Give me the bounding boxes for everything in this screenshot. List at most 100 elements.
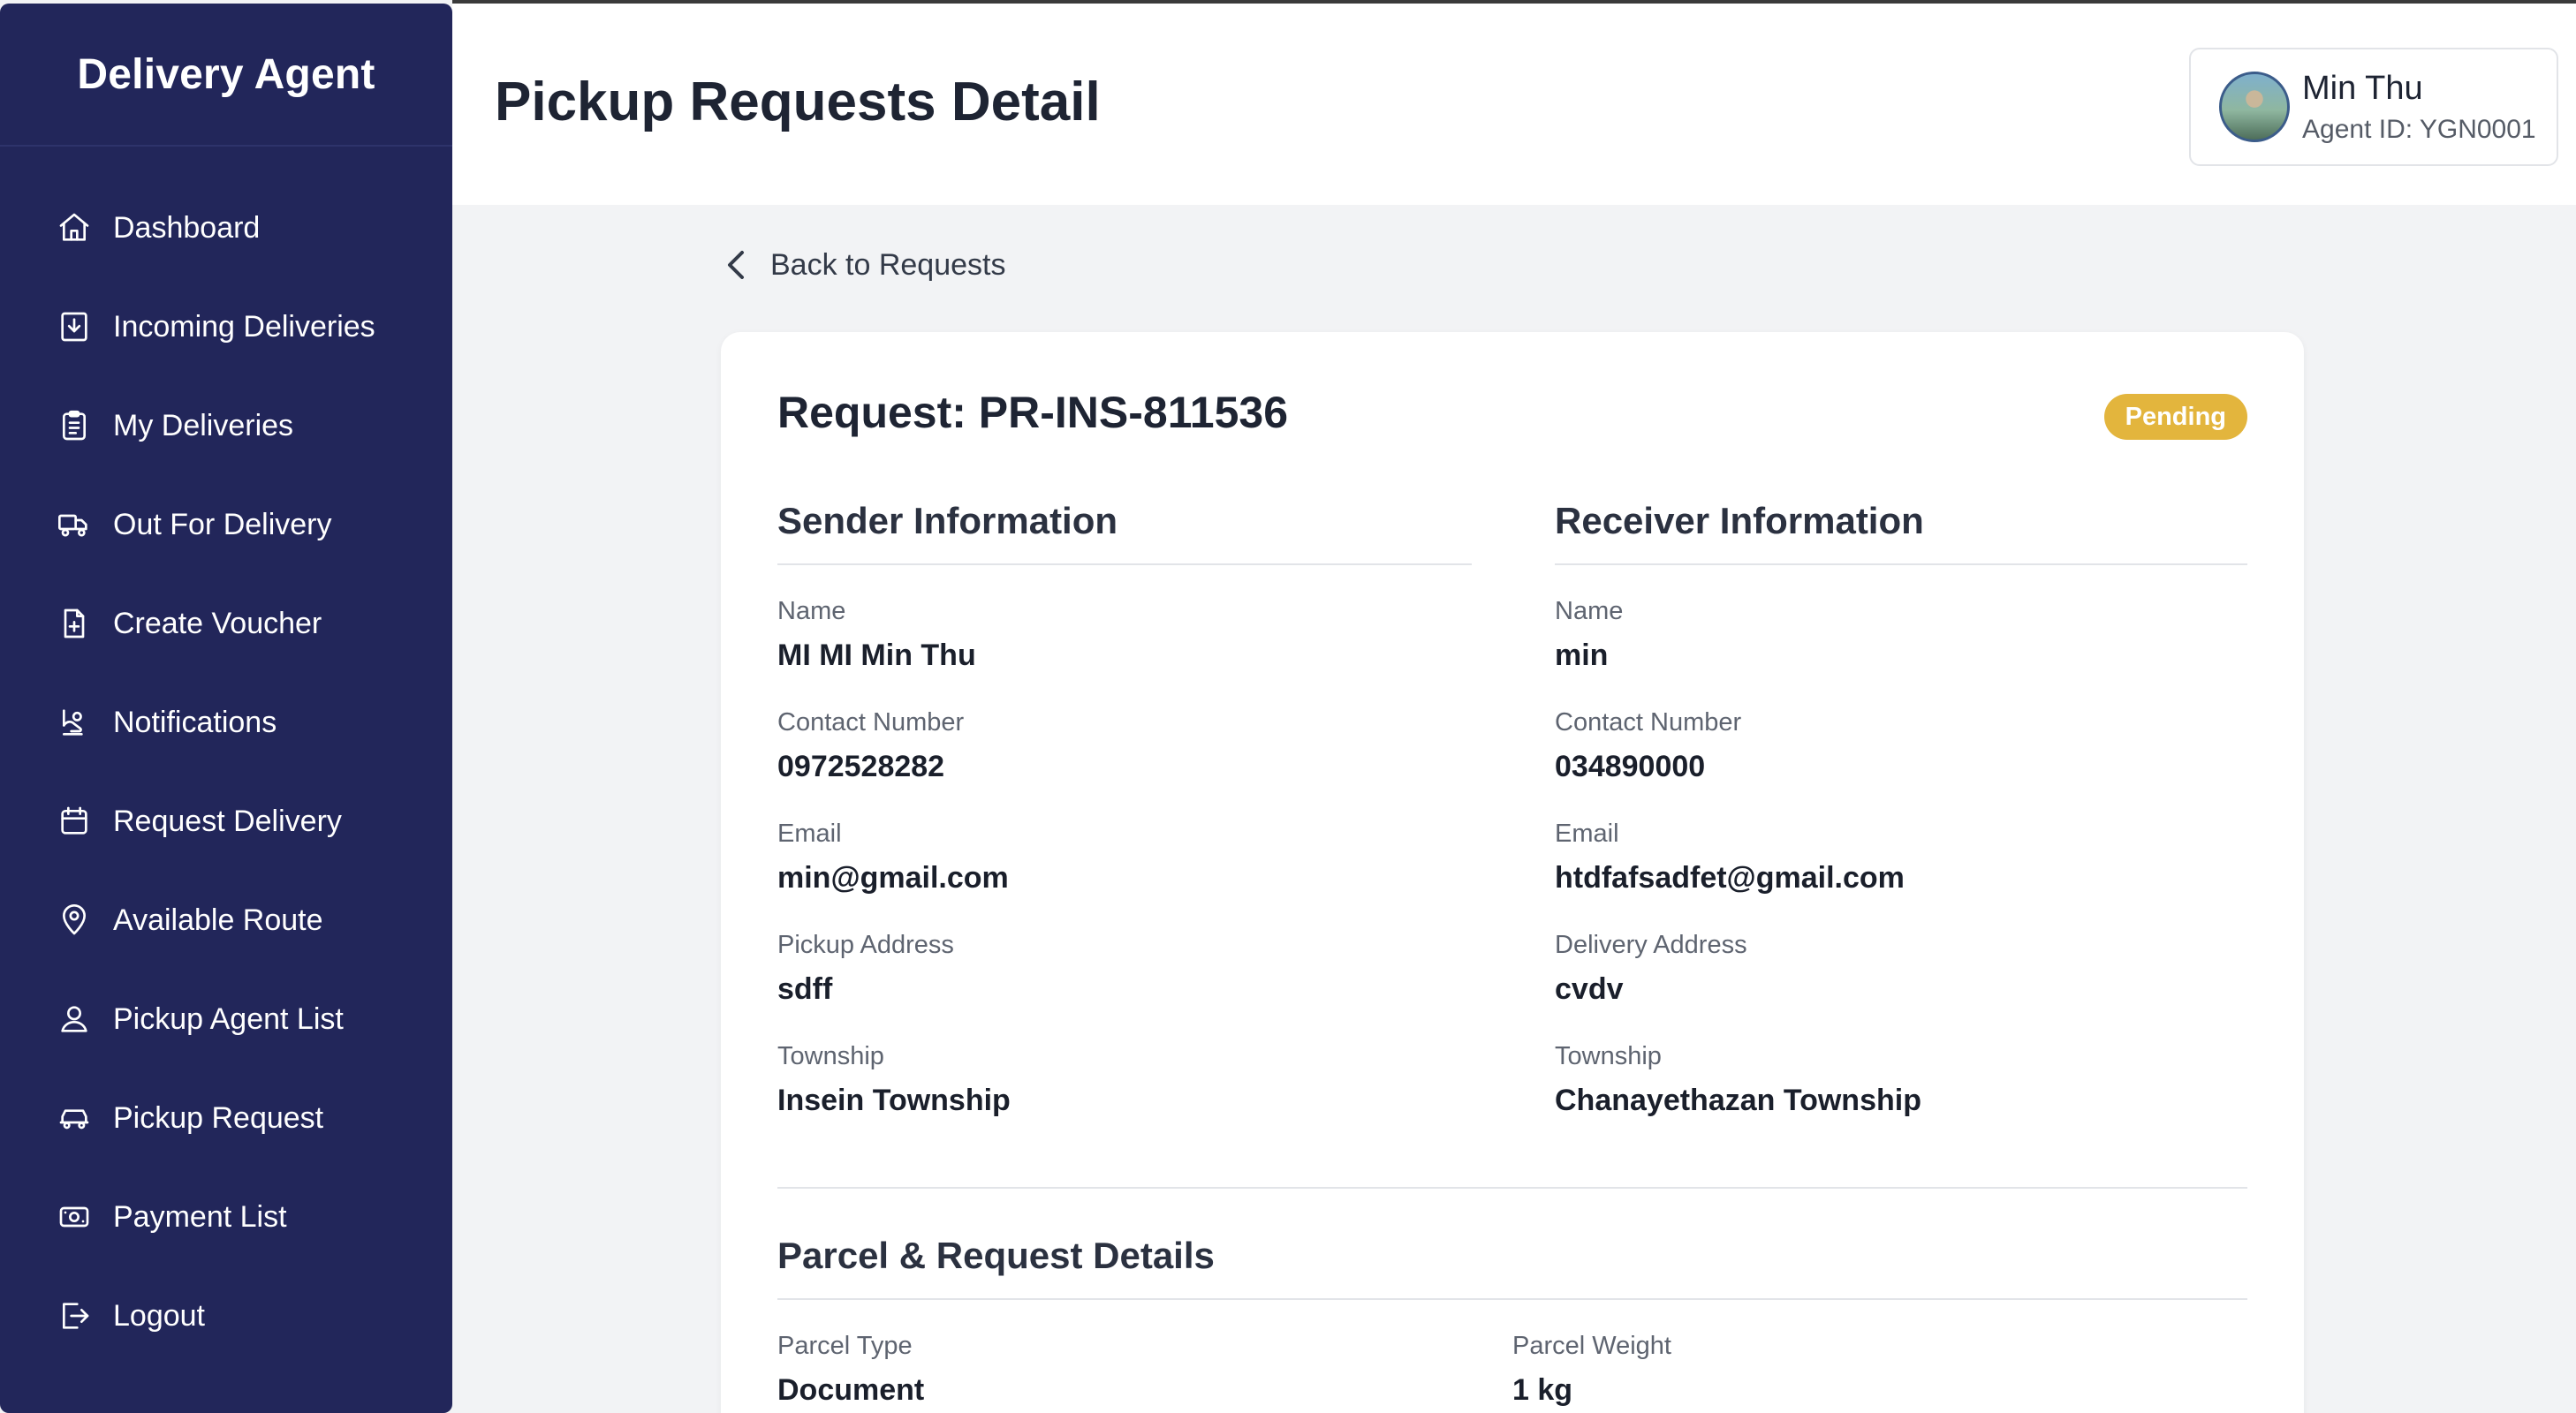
calendar-icon (57, 804, 92, 839)
sidebar: Delivery Agent Dashboard Incoming Delive… (0, 4, 452, 1413)
back-to-requests-link[interactable]: Back to Requests (723, 247, 1005, 283)
field-label: Email (777, 820, 842, 848)
field-label: Name (1555, 597, 1624, 625)
back-link-label: Back to Requests (770, 247, 1006, 282)
car-icon (57, 1100, 92, 1136)
sidebar-item-create-voucher[interactable]: Create Voucher (0, 574, 452, 673)
field-value: Document (777, 1373, 925, 1407)
parcel-weight-field: Parcel Weight 1 kg (1512, 1332, 2247, 1408)
brand: Delivery Agent (0, 4, 452, 147)
sidebar-item-dashboard[interactable]: Dashboard (0, 178, 452, 277)
sidebar-item-label: Available Route (113, 903, 323, 937)
field-value: min@gmail.com (777, 861, 1009, 895)
sidebar-item-pickup-agent-list[interactable]: Pickup Agent List (0, 970, 452, 1069)
field-value: htdfafsadfet@gmail.com (1555, 861, 1905, 895)
parcel-col-left: Parcel Type Document (777, 1300, 1512, 1408)
truck-icon (57, 507, 92, 542)
field-label: Email (1555, 820, 1619, 848)
receiver-information: Receiver Information Name min Contact Nu… (1555, 500, 2247, 1118)
field-value: Chanayethazan Township (1555, 1084, 1921, 1117)
sidebar-item-label: Incoming Deliveries (113, 309, 375, 344)
sender-information: Sender Information Name MI MI Min Thu Co… (777, 500, 1472, 1118)
parcel-col-right: Parcel Weight 1 kg (1512, 1300, 2247, 1408)
sender-pickup-address-field: Pickup Address sdff (777, 931, 1472, 1007)
app-root: Delivery Agent Dashboard Incoming Delive… (0, 0, 2576, 1413)
map-pin-icon (57, 903, 92, 938)
sidebar-item-label: Notifications (113, 705, 277, 739)
field-value: 1 kg (1512, 1373, 1573, 1407)
field-value: cvdv (1555, 972, 1624, 1006)
sidebar-item-notifications[interactable]: Notifications (0, 673, 452, 772)
sidebar-item-label: My Deliveries (113, 408, 294, 442)
sidebar-item-label: Request Delivery (113, 804, 342, 838)
sidebar-item-logout[interactable]: Logout (0, 1266, 452, 1365)
field-value: Insein Township (777, 1084, 1011, 1117)
sender-contact-field: Contact Number 0972528282 (777, 708, 1472, 784)
field-label: Pickup Address (777, 931, 954, 959)
file-plus-icon (57, 606, 92, 641)
home-icon (57, 210, 92, 246)
field-value: 0972528282 (777, 750, 945, 783)
receiver-section-title: Receiver Information (1555, 500, 2247, 565)
profile-agent-id: Agent ID: YGN0001 (2302, 114, 2536, 144)
sidebar-item-payment-list[interactable]: Payment List (0, 1167, 452, 1266)
field-label: Township (777, 1042, 884, 1070)
field-value: sdff (777, 972, 833, 1006)
profile-text: Min Thu Agent ID: YGN0001 (2302, 70, 2536, 145)
sidebar-item-request-delivery[interactable]: Request Delivery (0, 772, 452, 871)
chevron-left-icon (728, 251, 744, 279)
field-label: Contact Number (777, 708, 965, 737)
receiver-township-field: Township Chanayethazan Township (1555, 1042, 2247, 1118)
parcel-type-field: Parcel Type Document (777, 1332, 1512, 1408)
receiver-name-field: Name min (1555, 597, 2247, 673)
parcel-grid: Parcel Type Document Parcel Weight 1 kg (777, 1300, 2247, 1408)
field-label: Parcel Type (777, 1332, 913, 1360)
sender-email-field: Email min@gmail.com (777, 820, 1472, 895)
field-value: MI MI Min Thu (777, 638, 976, 672)
receiver-delivery-address-field: Delivery Address cvdv (1555, 931, 2247, 1007)
field-label: Parcel Weight (1512, 1332, 1671, 1360)
sender-township-field: Township Insein Township (777, 1042, 1472, 1118)
status-badge: Pending (2103, 394, 2247, 440)
profile-name: Min Thu (2302, 69, 2423, 107)
sidebar-item-label: Dashboard (113, 210, 261, 245)
field-label: Contact Number (1555, 708, 1742, 737)
section-divider (777, 1187, 2247, 1189)
sidebar-item-label: Pickup Request (113, 1100, 324, 1135)
sender-section-title: Sender Information (777, 500, 1472, 565)
field-label: Name (777, 597, 846, 625)
sidebar-item-incoming-deliveries[interactable]: Incoming Deliveries (0, 277, 452, 376)
request-detail-card: Request: PR-INS-811536 Pending Sender In… (721, 332, 2304, 1413)
field-label: Delivery Address (1555, 931, 1747, 959)
page-header: Pickup Requests Detail Min Thu Agent ID:… (452, 0, 2576, 205)
sidebar-item-label: Pickup Agent List (113, 1001, 344, 1036)
brand-title: Delivery Agent (77, 50, 375, 98)
receiver-contact-field: Contact Number 034890000 (1555, 708, 2247, 784)
sidebar-item-my-deliveries[interactable]: My Deliveries (0, 376, 452, 475)
clipboard-icon (57, 408, 92, 443)
page-title: Pickup Requests Detail (495, 72, 1101, 132)
sidebar-item-label: Logout (113, 1298, 205, 1333)
sidebar-nav: Dashboard Incoming Deliveries My Deliver… (0, 147, 452, 1365)
sidebar-item-label: Payment List (113, 1199, 287, 1234)
sidebar-item-pickup-request[interactable]: Pickup Request (0, 1069, 452, 1167)
sidebar-item-out-for-delivery[interactable]: Out For Delivery (0, 475, 452, 574)
field-value: 034890000 (1555, 750, 1706, 783)
inbox-download-icon (57, 309, 92, 344)
field-value: min (1555, 638, 1609, 672)
avatar (2219, 72, 2290, 142)
profile-card[interactable]: Min Thu Agent ID: YGN0001 (2189, 48, 2558, 166)
sidebar-item-label: Out For Delivery (113, 507, 332, 541)
request-title: Request: PR-INS-811536 (777, 388, 1289, 437)
user-icon (57, 1001, 92, 1037)
sidebar-item-label: Create Voucher (113, 606, 322, 640)
bell-hand-icon (57, 705, 92, 740)
parcel-request-details: Parcel & Request Details Parcel Type Doc… (777, 1235, 2247, 1408)
logout-icon (57, 1298, 92, 1334)
banknote-icon (57, 1199, 92, 1235)
sender-name-field: Name MI MI Min Thu (777, 597, 1472, 673)
field-label: Township (1555, 1042, 1662, 1070)
receiver-email-field: Email htdfafsadfet@gmail.com (1555, 820, 2247, 895)
sidebar-item-available-route[interactable]: Available Route (0, 871, 452, 970)
parcel-section-title: Parcel & Request Details (777, 1235, 2247, 1300)
